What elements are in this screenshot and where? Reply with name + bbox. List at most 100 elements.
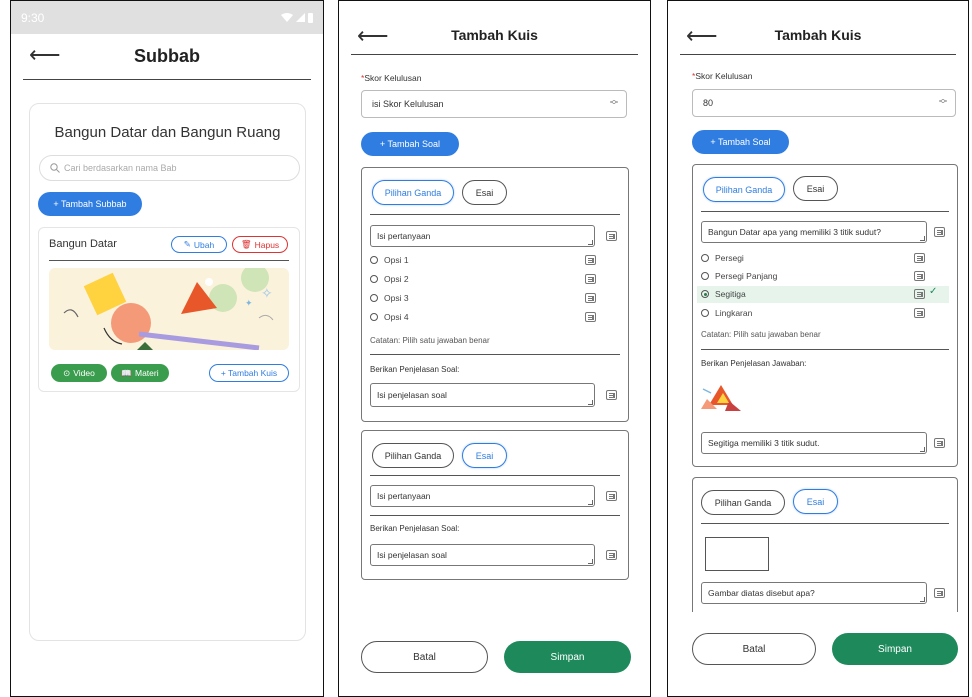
- explain-input[interactable]: Segitiga memiliki 3 titik sudut.: [701, 432, 927, 454]
- status-bar: 9:30: [11, 1, 323, 34]
- image-upload-icon[interactable]: [606, 231, 617, 241]
- radio-icon: [370, 313, 378, 321]
- score-input[interactable]: isi Skor Kelulusan ︿ ﹀: [361, 90, 627, 118]
- tab-multiple-choice[interactable]: Pilihan Ganda: [701, 490, 785, 515]
- option-2[interactable]: Persegi Panjang: [701, 271, 777, 281]
- add-question-button[interactable]: + Tambah Soal: [692, 130, 789, 154]
- explain-input[interactable]: Isi penjelasan soal: [370, 383, 595, 407]
- score-placeholder: isi Skor Kelulusan: [372, 99, 444, 109]
- wifi-icon: [281, 13, 293, 22]
- radio-icon: [701, 254, 709, 262]
- save-button[interactable]: Simpan: [832, 633, 958, 665]
- check-icon: ✓: [929, 286, 938, 297]
- add-quiz-button[interactable]: + Tambah Kuis: [209, 364, 289, 382]
- tab-essay[interactable]: Esai: [793, 176, 838, 201]
- tab-multiple-choice[interactable]: Pilihan Ganda: [372, 443, 454, 468]
- image-upload-icon[interactable]: [606, 550, 617, 560]
- score-input[interactable]: 80 ︿ ﹀: [692, 89, 956, 117]
- question-input[interactable]: Isi pertanyaan: [370, 485, 595, 507]
- score-label: *Skor Kelulusan: [692, 71, 753, 81]
- radio-icon: [370, 294, 378, 302]
- explain-label: Berikan Penjelasan Jawaban:: [701, 359, 807, 368]
- option-1[interactable]: Opsi 1: [370, 255, 409, 265]
- cancel-button[interactable]: Batal: [692, 633, 816, 665]
- play-icon: ⊙: [63, 367, 71, 378]
- image-upload-icon[interactable]: [934, 438, 945, 448]
- cancel-button[interactable]: Batal: [361, 641, 488, 673]
- radio-icon: [701, 272, 709, 280]
- book-icon: 📖: [121, 367, 132, 378]
- materi-button[interactable]: 📖 Materi: [111, 364, 169, 382]
- stepper-icon[interactable]: ︿ ﹀: [610, 96, 618, 110]
- image-upload-icon[interactable]: [585, 312, 596, 322]
- card-divider: [701, 523, 949, 524]
- question-input[interactable]: Bangun Datar apa yang memiliki 3 titik s…: [701, 221, 927, 243]
- tab-essay[interactable]: Esai: [462, 180, 507, 205]
- search-icon: [50, 163, 60, 173]
- subbab-name: Bangun Datar: [49, 238, 117, 250]
- option-4[interactable]: Opsi 4: [370, 312, 409, 322]
- option-1[interactable]: Persegi: [701, 253, 744, 263]
- option-4[interactable]: Lingkaran: [701, 308, 752, 318]
- page-title: Subbab: [134, 46, 200, 66]
- bab-title: Bangun Datar dan Bangun Ruang: [54, 124, 281, 141]
- tab-multiple-choice[interactable]: Pilihan Ganda: [703, 177, 785, 202]
- option-3[interactable]: Opsi 3: [370, 293, 409, 303]
- note-text: Catatan: Pilih satu jawaban benar: [370, 336, 490, 345]
- search-input[interactable]: Cari berdasarkan nama Bab: [39, 155, 300, 181]
- video-label: Video: [73, 368, 95, 378]
- svg-text:✧: ✧: [261, 285, 273, 301]
- video-button[interactable]: ⊙ Video: [51, 364, 107, 382]
- image-upload-icon[interactable]: [914, 308, 925, 318]
- image-upload-icon[interactable]: [914, 271, 925, 281]
- tab-essay[interactable]: Esai: [462, 443, 507, 468]
- image-upload-icon[interactable]: [934, 227, 945, 237]
- option-3[interactable]: Segitiga: [701, 289, 746, 299]
- question-card: Pilihan Ganda Esai Gambar diatas disebut…: [692, 477, 958, 612]
- add-quiz-label: + Tambah Kuis: [220, 368, 278, 378]
- edit-button[interactable]: ✎ Ubah: [171, 236, 227, 253]
- delete-button[interactable]: 🗑 Hapus: [232, 236, 288, 253]
- image-upload-icon[interactable]: [934, 588, 945, 598]
- stepper-icon[interactable]: ︿ ﹀: [939, 95, 947, 109]
- status-icons: [281, 12, 313, 23]
- score-label: *Skor Kelulusan: [361, 73, 422, 83]
- card-divider: [701, 349, 949, 350]
- card-divider: [370, 214, 620, 215]
- page-title: Tambah Kuis: [774, 27, 862, 43]
- question-card: Pilihan Ganda Esai Isi pertanyaan Opsi 1…: [361, 167, 629, 422]
- question-input[interactable]: Gambar diatas disebut apa?: [701, 582, 927, 604]
- question-card: Pilihan Ganda Esai Bangun Datar apa yang…: [692, 164, 958, 467]
- option-2[interactable]: Opsi 2: [370, 274, 409, 284]
- trash-icon: 🗑: [240, 239, 252, 249]
- card-divider: [370, 515, 620, 516]
- tab-multiple-choice[interactable]: Pilihan Ganda: [372, 180, 454, 205]
- add-quiz-filled-screen: ⟵ Tambah Kuis *Skor Kelulusan 80 ︿ ﹀ + Ta…: [667, 0, 969, 697]
- explain-label: Berikan Penjelasan Soal:: [370, 365, 460, 374]
- image-upload-icon[interactable]: [606, 390, 617, 400]
- subbab-screen: 9:30 ⟵ Subbab Bangun Datar dan Bangun Ru…: [10, 0, 324, 697]
- explain-input[interactable]: Isi penjelasan soal: [370, 544, 595, 566]
- radio-icon: [370, 256, 378, 264]
- image-upload-icon[interactable]: [585, 293, 596, 303]
- image-upload-icon[interactable]: [585, 255, 596, 265]
- add-subbab-button[interactable]: + Tambah Subbab: [38, 192, 142, 216]
- image-upload-icon[interactable]: [585, 274, 596, 284]
- card-divider: [701, 211, 949, 212]
- image-upload-icon[interactable]: [914, 253, 925, 263]
- card-divider: [370, 354, 620, 355]
- add-question-button[interactable]: + Tambah Soal: [361, 132, 459, 156]
- image-upload-icon[interactable]: [914, 289, 925, 299]
- radio-icon: [370, 275, 378, 283]
- question-input[interactable]: Isi pertanyaan: [370, 225, 595, 247]
- radio-icon: [701, 309, 709, 317]
- card-divider: [49, 260, 289, 261]
- radio-selected-icon: [701, 290, 709, 298]
- image-upload-icon[interactable]: [606, 491, 617, 501]
- search-placeholder: Cari berdasarkan nama Bab: [64, 163, 177, 173]
- tab-essay[interactable]: Esai: [793, 489, 838, 514]
- save-button[interactable]: Simpan: [504, 641, 631, 673]
- triangle-image: [701, 385, 741, 411]
- status-time: 9:30: [21, 10, 45, 25]
- edit-label: Ubah: [193, 239, 215, 250]
